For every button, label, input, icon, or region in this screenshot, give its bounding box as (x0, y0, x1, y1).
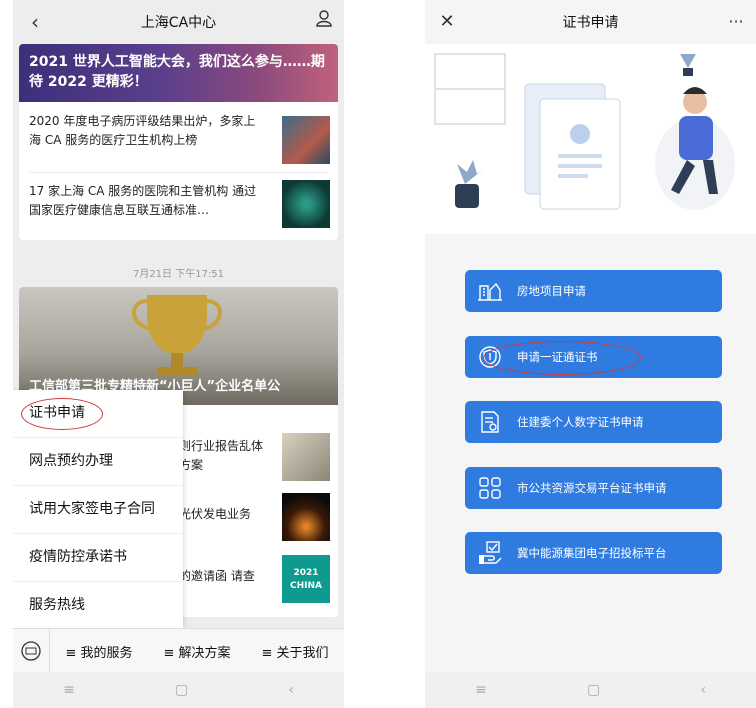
menu-nav-icon[interactable]: ≡ (475, 682, 487, 698)
illustration (425, 44, 756, 234)
menu-item-hotline[interactable]: 服务热线 (13, 582, 183, 629)
button-label: 住建委个人数字证书申请 (517, 415, 644, 429)
user-icon[interactable] (310, 8, 338, 36)
banner-image[interactable]: 2021 世界人工智能大会，我们这么参与……期待 2022 更精彩！ (19, 44, 338, 102)
page-title: 证书申请 (562, 15, 619, 31)
button-public-resource-cert-apply[interactable]: 市公共资源交易平台证书申请 (465, 467, 722, 509)
button-label: 市公共资源交易平台证书申请 (517, 481, 667, 495)
menu-solutions[interactable]: ≡ 解决方案 (148, 642, 246, 661)
button-label: 房地项目申请 (517, 284, 586, 298)
building-icon (477, 278, 503, 304)
menu-nav-icon[interactable]: ≡ (63, 682, 75, 698)
menu-item-e-contract[interactable]: 试用大家签电子合同 (13, 486, 183, 534)
highlight-circle (21, 398, 103, 430)
back-nav-icon[interactable]: ‹ (700, 682, 706, 698)
divider (29, 172, 328, 173)
menu-my-services[interactable]: ≡ 我的服务 (50, 642, 148, 661)
menu-about-us[interactable]: ≡ 关于我们 (246, 642, 344, 661)
button-real-estate-apply[interactable]: 房地项目申请 (465, 270, 722, 312)
news-item-4[interactable]: 光伏发电业务 (179, 505, 274, 524)
more-icon[interactable]: ··· (722, 8, 750, 36)
right-phone-screen: ✕ 证书申请 ··· 房地项目申请 申请一证通证书 住建委个人数字证书申请 市公… (425, 0, 756, 708)
highlight-circle (483, 341, 641, 375)
page-title: 上海CA中心 (140, 15, 217, 31)
top-bar: ✕ 证书申请 ··· (425, 0, 756, 44)
bottom-menu: ≡ 我的服务 ≡ 解决方案 ≡ 关于我们 (13, 628, 344, 673)
system-nav-bar: ≡ ▢ ‹ (425, 672, 756, 708)
grid-apps-icon (477, 475, 503, 501)
news-item-2[interactable]: 17 家上海 CA 服务的医院和主管机构 通过国家医疗健康信息互联互通标准… (29, 182, 259, 220)
button-housing-cert-apply[interactable]: 住建委个人数字证书申请 (465, 401, 722, 443)
home-nav-icon[interactable]: ▢ (587, 682, 600, 698)
back-nav-icon[interactable]: ‹ (288, 682, 294, 698)
menu-item-epidemic-pledge[interactable]: 疫情防控承诺书 (13, 534, 183, 582)
news-thumbnail-badge: 2021 CHINA (282, 555, 330, 603)
message-timestamp: 7月21日 下午17:51 (132, 269, 225, 280)
system-nav-bar: ≡ ▢ ‹ (13, 672, 344, 708)
banner-title: 2021 世界人工智能大会，我们这么参与……期待 2022 更精彩！ (29, 54, 325, 90)
news-item-5[interactable]: 的邀请函 请查 (179, 567, 274, 586)
close-icon[interactable]: ✕ (433, 8, 461, 36)
back-icon[interactable]: ‹ (21, 8, 49, 36)
keyboard-icon[interactable] (13, 629, 50, 673)
news-thumbnail-bridge (282, 116, 330, 164)
news-thumbnail-network (282, 180, 330, 228)
news-item-1[interactable]: 2020 年度电子病历评级结果出炉，多家上海 CA 服务的医疗卫生机构上榜 (29, 112, 259, 150)
news-thumbnail-documents (282, 433, 330, 481)
hand-checkbox-icon (477, 540, 503, 566)
button-jizhong-bidding-platform[interactable]: 冀中能源集团电子招投标平台 (465, 532, 722, 574)
left-phone-screen: ‹ 上海CA中心 2021 世界人工智能大会，我们这么参与……期待 2022 更… (13, 0, 344, 708)
home-nav-icon[interactable]: ▢ (175, 682, 188, 698)
trophy-image[interactable]: 工信部第三批专精特新“小巨人”企业名单公 (19, 287, 338, 405)
button-label: 冀中能源集团电子招投标平台 (517, 546, 667, 560)
news-card[interactable]: 2021 世界人工智能大会，我们这么参与……期待 2022 更精彩！ 2020 … (19, 44, 338, 240)
menu-item-branch-booking[interactable]: 网点预约办理 (13, 438, 183, 486)
news-thumbnail-solar (282, 493, 330, 541)
document-certificate-icon (477, 409, 503, 435)
news-item-3[interactable]: 则行业报告乱体方案 (179, 437, 274, 475)
top-bar: ‹ 上海CA中心 (13, 0, 344, 44)
